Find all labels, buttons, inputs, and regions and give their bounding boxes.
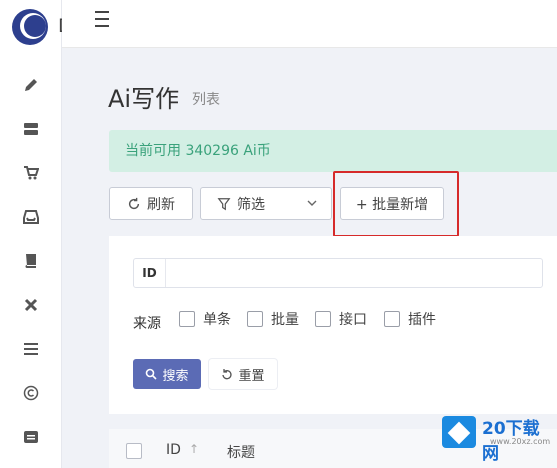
topbar xyxy=(62,0,557,48)
menu-toggle-icon[interactable] xyxy=(92,9,112,29)
id-input[interactable] xyxy=(170,263,530,283)
column-header-id[interactable]: ID xyxy=(166,442,181,458)
logo[interactable] xyxy=(12,9,48,45)
filter-label: 筛选 xyxy=(237,196,265,213)
message-icon[interactable] xyxy=(21,427,41,447)
balance-alert-text: 当前可用 340296 Ai币 xyxy=(125,143,271,159)
refresh-icon xyxy=(128,197,140,209)
watermark: 20下载网 www.20xz.com xyxy=(442,414,552,464)
search-label: 搜索 xyxy=(162,368,189,384)
sort-icon[interactable]: ↑ xyxy=(189,442,199,456)
refresh-label: 刷新 xyxy=(147,196,175,213)
source-option-plugin[interactable]: 插件 xyxy=(384,309,436,329)
refresh-button[interactable]: 刷新 xyxy=(109,187,193,220)
inbox-icon[interactable] xyxy=(21,207,41,227)
source-option-label: 单条 xyxy=(203,312,231,328)
main-content: Ai写作 列表 当前可用 340296 Ai币 刷新 筛选 + 批量新增 ID … xyxy=(62,48,557,468)
list-icon[interactable] xyxy=(21,339,41,359)
source-option-api[interactable]: 接口 xyxy=(315,309,367,329)
source-label: 来源 xyxy=(133,316,161,332)
pencil-icon[interactable] xyxy=(21,75,41,95)
source-option-single[interactable]: 单条 xyxy=(179,309,231,329)
source-option-label: 接口 xyxy=(339,312,367,328)
filter-button[interactable]: 筛选 xyxy=(200,187,332,220)
cart-icon[interactable] xyxy=(21,163,41,183)
copyright-icon[interactable] xyxy=(21,383,41,403)
batch-add-button[interactable]: + 批量新增 xyxy=(340,187,444,220)
search-button[interactable]: 搜索 xyxy=(133,359,201,389)
sidebar: D xyxy=(0,0,73,468)
joomla-icon[interactable] xyxy=(21,295,41,315)
id-search-field: ID xyxy=(133,258,543,288)
batch-add-label: + 批量新增 xyxy=(355,196,429,213)
column-header-title: 标题 xyxy=(227,445,255,461)
undo-icon xyxy=(222,369,233,380)
balance-alert: 当前可用 340296 Ai币 xyxy=(109,130,557,172)
reset-label: 重置 xyxy=(238,368,265,384)
checkbox[interactable] xyxy=(315,311,331,327)
source-option-label: 插件 xyxy=(408,312,436,328)
book-icon[interactable] xyxy=(21,251,41,271)
server-icon[interactable] xyxy=(21,119,41,139)
page-title: Ai写作 xyxy=(108,85,180,113)
checkbox[interactable] xyxy=(384,311,400,327)
checkbox[interactable] xyxy=(247,311,263,327)
page-subtitle: 列表 xyxy=(192,92,220,108)
id-field-label: ID xyxy=(134,259,166,287)
checkbox[interactable] xyxy=(179,311,195,327)
source-option-label: 批量 xyxy=(271,312,299,328)
select-all-checkbox[interactable] xyxy=(126,443,142,459)
reset-button[interactable]: 重置 xyxy=(209,359,277,389)
search-icon xyxy=(146,368,158,380)
filter-icon xyxy=(217,197,231,210)
watermark-logo xyxy=(442,416,476,448)
filter-panel: ID 来源 单条 批量 接口 插件 搜索 重置 xyxy=(109,236,557,414)
chevron-down-icon xyxy=(307,200,317,206)
watermark-sub: www.20xz.com xyxy=(490,437,551,446)
source-option-batch[interactable]: 批量 xyxy=(247,309,299,329)
